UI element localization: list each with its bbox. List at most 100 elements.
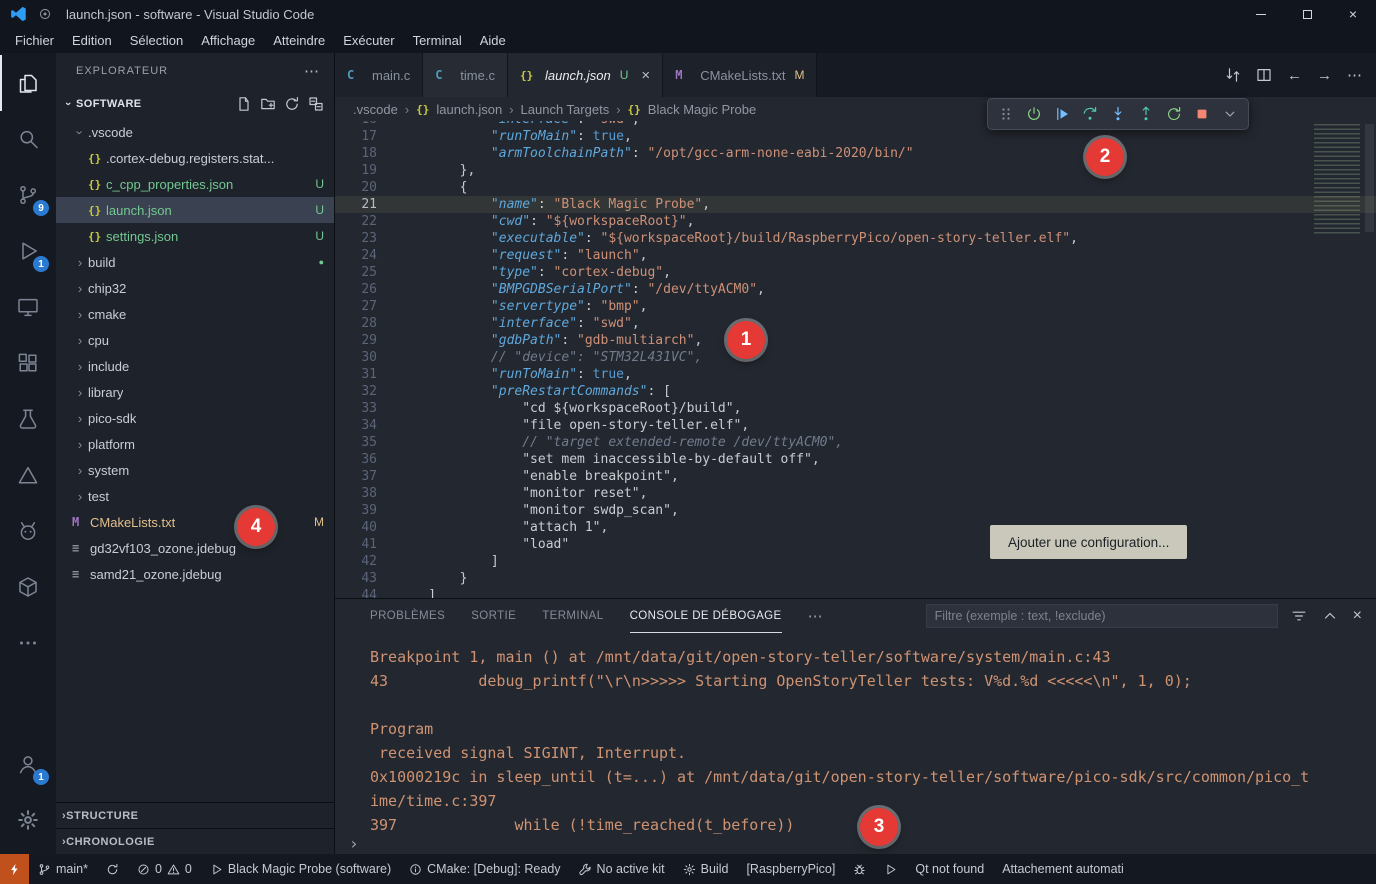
status-cmake-status[interactable]: CMake: [Debug]: Ready (400, 854, 569, 884)
status-sync[interactable] (97, 854, 128, 884)
tab-cmakelists-txt[interactable]: MCMakeLists.txtM (663, 53, 817, 97)
activity-more-views[interactable] (0, 615, 56, 671)
status-auto-attach[interactable]: Attachement automati (993, 854, 1133, 884)
activity-accounts[interactable]: 1 (0, 736, 56, 792)
tree-item-c-cpp-properties-json[interactable]: {}c_cpp_properties.jsonU (56, 171, 334, 197)
breadcrumb-item-black-magic-probe[interactable]: {}Black Magic Probe (628, 102, 757, 117)
status-cmake-debug[interactable] (844, 854, 875, 884)
console-filter-input[interactable] (926, 604, 1278, 628)
panel-tab-sortie[interactable]: SORTIE (471, 599, 516, 633)
status-cmake-kit[interactable]: No active kit (570, 854, 674, 884)
power-button[interactable] (1021, 101, 1047, 127)
new-folder-icon[interactable] (260, 96, 276, 112)
close-button[interactable]: × (1330, 0, 1376, 28)
status-cmake-build[interactable]: Build (674, 854, 738, 884)
step-out-button[interactable] (1133, 101, 1159, 127)
tab-main-c[interactable]: Cmain.c (335, 53, 423, 97)
activity-extensions[interactable] (0, 335, 56, 391)
filter-icon[interactable] (1291, 608, 1307, 624)
close-icon[interactable]: × (641, 67, 650, 84)
activity-testing[interactable] (0, 391, 56, 447)
panel-tab-terminal[interactable]: TERMINAL (542, 599, 603, 633)
menu-selection[interactable]: Sélection (121, 28, 192, 53)
tree-item-test[interactable]: ›test (56, 483, 334, 509)
activity-explorer[interactable] (0, 55, 56, 111)
menu-terminal[interactable]: Terminal (404, 28, 471, 53)
minimap[interactable] (1314, 124, 1360, 236)
more-actions-icon[interactable]: ⋯ (1347, 66, 1362, 84)
drag-grip-button[interactable] (993, 101, 1019, 127)
menu-affichage[interactable]: Affichage (192, 28, 264, 53)
add-configuration-button[interactable]: Ajouter une configuration... (990, 525, 1187, 559)
explorer-more-icon[interactable]: ⋯ (304, 62, 320, 80)
collapse-icon[interactable] (308, 96, 324, 112)
status-cmake-run[interactable] (875, 854, 906, 884)
tree-item-cmake[interactable]: ›cmake (56, 301, 334, 327)
menu-executer[interactable]: Exécuter (334, 28, 403, 53)
menu-atteindre[interactable]: Atteindre (264, 28, 334, 53)
tab-launch-json[interactable]: {}launch.jsonU× (508, 53, 663, 97)
status-launch-config[interactable]: Black Magic Probe (software) (201, 854, 400, 884)
tree-item-include[interactable]: ›include (56, 353, 334, 379)
tree-item-gd32vf103-ozone-jdebug[interactable]: ≡gd32vf103_ozone.jdebug (56, 535, 334, 561)
status-cmake-target[interactable]: [RaspberryPico] (737, 854, 844, 884)
section-structure[interactable]: ›STRUCTURE (56, 802, 334, 828)
activity-search[interactable] (0, 111, 56, 167)
split-icon[interactable] (1256, 67, 1272, 83)
tree-item-settings-json[interactable]: {}settings.jsonU (56, 223, 334, 249)
status-qt-status[interactable]: Qt not found (906, 854, 993, 884)
back-icon[interactable]: ← (1287, 67, 1302, 84)
activity-settings[interactable] (0, 792, 56, 848)
activity-package-explorer[interactable] (0, 559, 56, 615)
breadcrumb-item-launch-json[interactable]: {}launch.json (416, 102, 502, 117)
step-over-button[interactable] (1077, 101, 1103, 127)
tab-time-c[interactable]: Ctime.c (423, 53, 508, 97)
panel-more-icon[interactable]: ⋯ (808, 607, 823, 625)
panel-tab-console-de-debogage[interactable]: CONSOLE DE DÉBOGAGE (630, 599, 782, 633)
chevron-down-button[interactable] (1217, 101, 1243, 127)
refresh-icon[interactable] (284, 96, 300, 112)
scrollbar[interactable] (1365, 124, 1374, 232)
breadcrumb-item-vscode[interactable]: .vscode (353, 102, 398, 117)
code-editor[interactable]: 16 "interface": "swd",17 "runToMain": tr… (335, 121, 1376, 598)
stop-button[interactable] (1189, 101, 1215, 127)
tree-item-pico-sdk[interactable]: ›pico-sdk (56, 405, 334, 431)
close-panel-icon[interactable]: × (1353, 607, 1362, 625)
section-chronologie[interactable]: ›CHRONOLOGIE (56, 828, 334, 854)
maximize-button[interactable] (1284, 0, 1330, 28)
activity-remote-explorer[interactable] (0, 279, 56, 335)
tree-item-build[interactable]: ›build● (56, 249, 334, 275)
activity-run-and-debug[interactable]: 1 (0, 223, 56, 279)
tree-item-library[interactable]: ›library (56, 379, 334, 405)
breadcrumb-item-launch-targets[interactable]: Launch Targets (521, 102, 610, 117)
console-prompt[interactable]: › (335, 834, 1376, 854)
status-remote-indicator[interactable] (0, 854, 29, 884)
menu-aide[interactable]: Aide (471, 28, 515, 53)
activity-platformio[interactable] (0, 503, 56, 559)
status-problems[interactable]: 00 (128, 854, 201, 884)
tree-item-cpu[interactable]: ›cpu (56, 327, 334, 353)
tree-item-system[interactable]: ›system (56, 457, 334, 483)
status-git-branch[interactable]: main* (29, 854, 97, 884)
tree-item-platform[interactable]: ›platform (56, 431, 334, 457)
activity-cmake-tools[interactable] (0, 447, 56, 503)
tree-item-vscode[interactable]: ›.vscode (56, 119, 334, 145)
menu-fichier[interactable]: Fichier (6, 28, 63, 53)
step-into-button[interactable] (1105, 101, 1131, 127)
activity-source-control[interactable]: 9 (0, 167, 56, 223)
panel-tab-problemes[interactable]: PROBLÈMES (370, 599, 445, 633)
minimize-button[interactable] (1238, 0, 1284, 28)
tree-item-cmakelists-txt[interactable]: MCMakeLists.txtM (56, 509, 334, 535)
forward-icon[interactable]: → (1317, 67, 1332, 84)
menu-edition[interactable]: Edition (63, 28, 121, 53)
section-software[interactable]: › SOFTWARE (56, 89, 334, 119)
tree-item-chip32[interactable]: ›chip32 (56, 275, 334, 301)
restart-button[interactable] (1161, 101, 1187, 127)
tree-item-samd21-ozone-jdebug[interactable]: ≡samd21_ozone.jdebug (56, 561, 334, 587)
chevron-up-icon[interactable] (1322, 608, 1338, 624)
continue-button[interactable] (1049, 101, 1075, 127)
compare-icon[interactable] (1225, 67, 1241, 83)
new-file-icon[interactable] (236, 96, 252, 112)
tree-item-cortex-debug-registers-stat[interactable]: {}.cortex-debug.registers.stat... (56, 145, 334, 171)
tree-item-launch-json[interactable]: {}launch.jsonU (56, 197, 334, 223)
